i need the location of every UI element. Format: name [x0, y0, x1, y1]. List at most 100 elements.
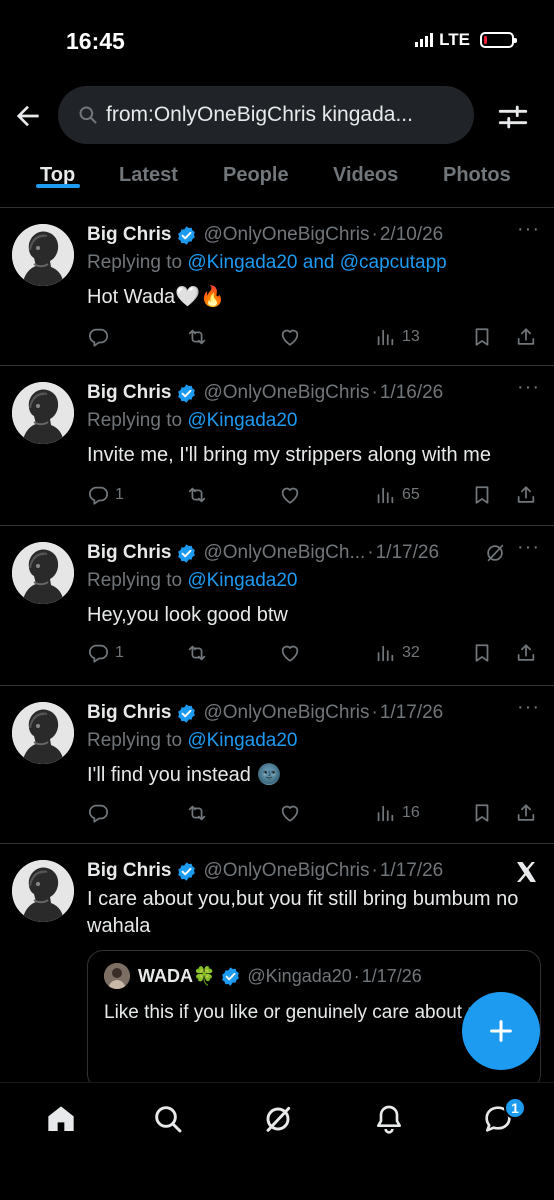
tab-top[interactable]: Top: [40, 156, 75, 187]
views-icon: [374, 642, 396, 664]
tweet-actions: 16: [87, 802, 540, 828]
more-options-icon[interactable]: ···: [517, 537, 540, 557]
x-logo-icon: [517, 862, 536, 882]
separator-dot: ·: [371, 382, 378, 403]
more-options-icon[interactable]: ···: [517, 219, 540, 239]
author-name[interactable]: Big Chris: [87, 542, 171, 564]
grok-icon[interactable]: [262, 1103, 294, 1135]
author-handle[interactable]: @OnlyOneBigCh...: [203, 542, 365, 564]
author-name[interactable]: Big Chris: [87, 702, 171, 724]
like-button[interactable]: [279, 484, 301, 506]
retweet-button[interactable]: [186, 642, 208, 664]
share-button[interactable]: [515, 326, 537, 348]
verified-badge-icon: [176, 543, 197, 564]
replying-mentions[interactable]: @Kingada20 and @capcutapp: [187, 252, 446, 273]
tweet-date[interactable]: 1/17/26: [380, 702, 443, 724]
bookmark-button[interactable]: [471, 326, 493, 348]
retweet-icon: [186, 802, 208, 824]
views-button[interactable]: 16: [374, 802, 420, 824]
status-indicators: LTE: [415, 30, 517, 50]
tweet-text: I care about you,but you fit still bring…: [87, 888, 519, 937]
author-handle[interactable]: @OnlyOneBigChris: [203, 702, 369, 724]
tweet-date[interactable]: 1/17/26: [376, 542, 439, 564]
notifications-icon[interactable]: [373, 1103, 405, 1135]
grok-icon[interactable]: [484, 542, 506, 564]
views-button[interactable]: 13: [374, 326, 420, 348]
tweet-text: Hey,you look good btw: [87, 604, 288, 626]
network-label: LTE: [439, 30, 470, 49]
author-name[interactable]: Big Chris: [87, 224, 171, 246]
retweet-button[interactable]: [186, 484, 208, 506]
tweet[interactable]: Big Chris @OnlyOneBigChris · 1/16/26 ···…: [0, 366, 554, 526]
quoted-author-handle[interactable]: @Kingada20: [247, 966, 351, 987]
tab-people[interactable]: People: [223, 156, 289, 187]
quoted-tweet-date[interactable]: 1/17/26: [362, 966, 422, 987]
replying-prefix: Replying to: [87, 410, 188, 431]
tab-latest[interactable]: Latest: [119, 156, 178, 187]
views-button[interactable]: 65: [374, 484, 420, 506]
avatar[interactable]: [12, 542, 74, 604]
like-button[interactable]: [279, 642, 301, 664]
like-button[interactable]: [279, 802, 301, 824]
retweet-icon: [186, 326, 208, 348]
author-handle[interactable]: @OnlyOneBigChris: [203, 382, 369, 404]
plus-icon: [490, 1020, 512, 1042]
share-button[interactable]: [515, 802, 537, 824]
more-options-icon[interactable]: ···: [517, 377, 540, 397]
like-button[interactable]: [279, 326, 301, 348]
replying-mentions[interactable]: @Kingada20: [187, 570, 297, 591]
bookmark-icon: [471, 802, 493, 824]
retweet-button[interactable]: [186, 802, 208, 824]
replying-prefix: Replying to: [87, 252, 188, 273]
tweet[interactable]: Big Chris @OnlyOneBigChris · 2/10/26 ···…: [0, 208, 554, 366]
bookmark-button[interactable]: [471, 484, 493, 506]
search-icon[interactable]: [152, 1103, 184, 1135]
avatar[interactable]: [12, 860, 74, 922]
replying-to: Replying to @Kingada20 and @capcutapp: [87, 252, 540, 278]
reply-icon: [87, 802, 109, 824]
tweet-date[interactable]: 1/16/26: [380, 382, 443, 404]
back-arrow-icon[interactable]: [12, 100, 44, 132]
tab-photos[interactable]: Photos: [443, 156, 511, 187]
tweet[interactable]: Big Chris @OnlyOneBigCh... · 1/17/26 ···…: [0, 526, 554, 686]
more-options-icon[interactable]: ···: [517, 697, 540, 717]
author-name[interactable]: Big Chris: [87, 860, 171, 882]
bookmark-button[interactable]: [471, 642, 493, 664]
bookmark-button[interactable]: [471, 802, 493, 824]
verified-badge-icon: [176, 703, 197, 724]
tweet-date[interactable]: 2/10/26: [380, 224, 443, 246]
replying-to: Replying to @Kingada20: [87, 730, 540, 756]
replying-mentions[interactable]: @Kingada20: [187, 410, 297, 431]
reply-count: 1: [115, 486, 124, 503]
heart-icon: [279, 642, 301, 664]
replying-mentions[interactable]: @Kingada20: [187, 730, 297, 751]
author-handle[interactable]: @OnlyOneBigChris: [203, 860, 369, 882]
reply-button[interactable]: 1: [87, 642, 124, 664]
reply-button[interactable]: 1: [87, 484, 124, 506]
verified-badge-icon: [176, 225, 197, 246]
share-button[interactable]: [515, 642, 537, 664]
views-icon: [374, 326, 396, 348]
search-input[interactable]: from:OnlyOneBigChris kingada...: [58, 86, 474, 144]
quoted-avatar[interactable]: [104, 963, 130, 989]
share-button[interactable]: [515, 484, 537, 506]
author-handle[interactable]: @OnlyOneBigChris: [203, 224, 369, 246]
reply-button[interactable]: [87, 802, 115, 824]
views-button[interactable]: 32: [374, 642, 420, 664]
retweet-button[interactable]: [186, 326, 208, 348]
avatar[interactable]: [12, 382, 74, 444]
avatar[interactable]: [12, 702, 74, 764]
author-name[interactable]: Big Chris: [87, 382, 171, 404]
tab-videos[interactable]: Videos: [333, 156, 398, 187]
home-icon[interactable]: [45, 1103, 77, 1135]
search-query: from:OnlyOneBigChris kingada...: [106, 103, 413, 126]
tweet-date[interactable]: 1/17/26: [380, 860, 443, 882]
separator-dot: ·: [371, 224, 378, 245]
avatar[interactable]: [12, 224, 74, 286]
reply-button[interactable]: [87, 326, 115, 348]
reply-icon: [87, 326, 109, 348]
compose-button[interactable]: [462, 992, 540, 1070]
quoted-author-name[interactable]: WADA🍀: [138, 966, 215, 987]
filter-icon[interactable]: [496, 100, 530, 134]
tweet[interactable]: Big Chris @OnlyOneBigChris · 1/17/26 ···…: [0, 686, 554, 844]
